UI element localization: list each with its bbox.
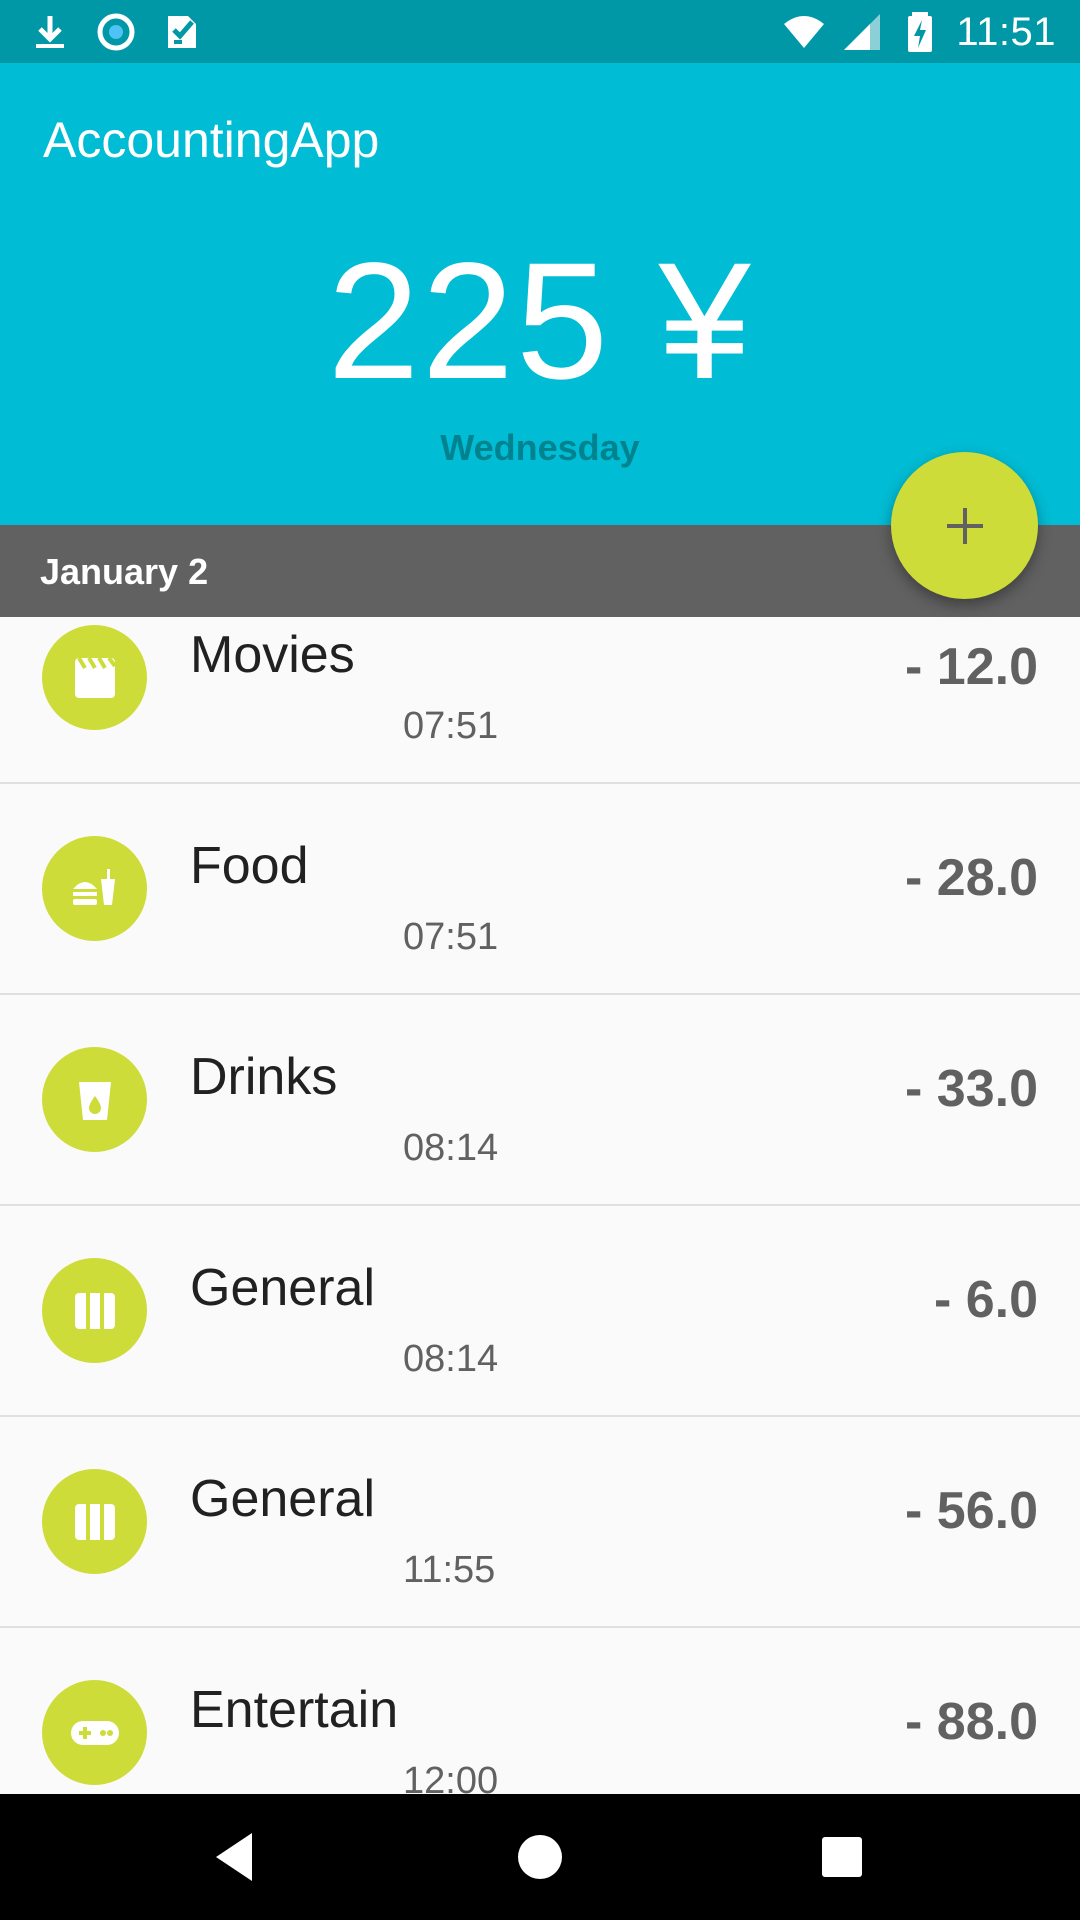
add-entry-button[interactable] bbox=[891, 452, 1038, 599]
category-badge bbox=[42, 625, 147, 730]
category-name: Entertain bbox=[190, 1681, 399, 1739]
list-item[interactable]: General 11:55 - 56.0 bbox=[0, 1417, 1080, 1629]
record-icon bbox=[97, 13, 135, 51]
list-item[interactable]: Movies 07:51 - 12.0 bbox=[0, 617, 1080, 785]
list-item[interactable]: General 08:14 - 6.0 bbox=[0, 1206, 1080, 1418]
entry-time: 07:51 bbox=[403, 705, 499, 747]
category-name: Movies bbox=[190, 626, 355, 684]
total-amount: 225 ¥ bbox=[327, 229, 753, 414]
category-badge bbox=[42, 1047, 147, 1152]
entries-list[interactable]: Movies 07:51 - 12.0 Food 07:51 - 28.0 Dr… bbox=[0, 617, 1080, 1794]
category-badge bbox=[42, 1469, 147, 1574]
general-icon bbox=[74, 1503, 115, 1540]
clock: 11:51 bbox=[956, 9, 1056, 54]
movie-icon bbox=[74, 656, 117, 698]
food-icon bbox=[72, 868, 115, 905]
signal-icon bbox=[844, 14, 881, 50]
battery-charging-icon bbox=[908, 12, 933, 52]
add-icon bbox=[946, 507, 983, 544]
wifi-icon bbox=[784, 16, 825, 48]
entry-time: 11:55 bbox=[403, 1549, 496, 1591]
status-bar: 11:51 bbox=[0, 0, 1080, 63]
gamepad-icon bbox=[70, 1720, 119, 1745]
date-label: January 2 bbox=[40, 551, 209, 592]
download-icon bbox=[36, 16, 64, 48]
category-name: General bbox=[190, 1470, 375, 1528]
category-badge bbox=[42, 836, 147, 941]
category-name: Drinks bbox=[190, 1048, 338, 1106]
home-icon[interactable] bbox=[510, 1827, 570, 1887]
entry-amount: - 88.0 bbox=[905, 1693, 1038, 1751]
category-name: General bbox=[190, 1259, 375, 1317]
entry-amount: - 56.0 bbox=[905, 1482, 1038, 1540]
general-icon bbox=[74, 1292, 115, 1329]
entry-time: 08:14 bbox=[403, 1338, 499, 1380]
entry-time: 08:14 bbox=[403, 1127, 499, 1169]
app-title: AccountingApp bbox=[43, 112, 380, 168]
entry-time: 07:51 bbox=[403, 916, 499, 958]
checklist-icon bbox=[168, 16, 196, 48]
entry-amount: - 33.0 bbox=[905, 1060, 1038, 1118]
list-item[interactable]: Food 07:51 - 28.0 bbox=[0, 784, 1080, 996]
entry-time: 12:00 bbox=[403, 1760, 499, 1794]
recents-icon[interactable] bbox=[812, 1827, 872, 1887]
list-item[interactable]: Drinks 08:14 - 33.0 bbox=[0, 995, 1080, 1207]
entry-amount: - 6.0 bbox=[933, 1271, 1038, 1329]
system-nav-bar bbox=[0, 1794, 1080, 1920]
category-badge bbox=[42, 1258, 147, 1363]
day-label: Wednesday bbox=[440, 427, 640, 468]
drink-icon bbox=[78, 1081, 111, 1120]
entry-amount: - 28.0 bbox=[905, 849, 1038, 907]
summary-header: AccountingApp 225 ¥ Wednesday bbox=[0, 63, 1080, 525]
entry-amount: - 12.0 bbox=[905, 638, 1038, 696]
list-item[interactable]: Entertain 12:00 - 88.0 bbox=[0, 1628, 1080, 1794]
back-icon[interactable] bbox=[208, 1827, 268, 1887]
category-name: Food bbox=[190, 837, 309, 895]
category-badge bbox=[42, 1680, 147, 1785]
